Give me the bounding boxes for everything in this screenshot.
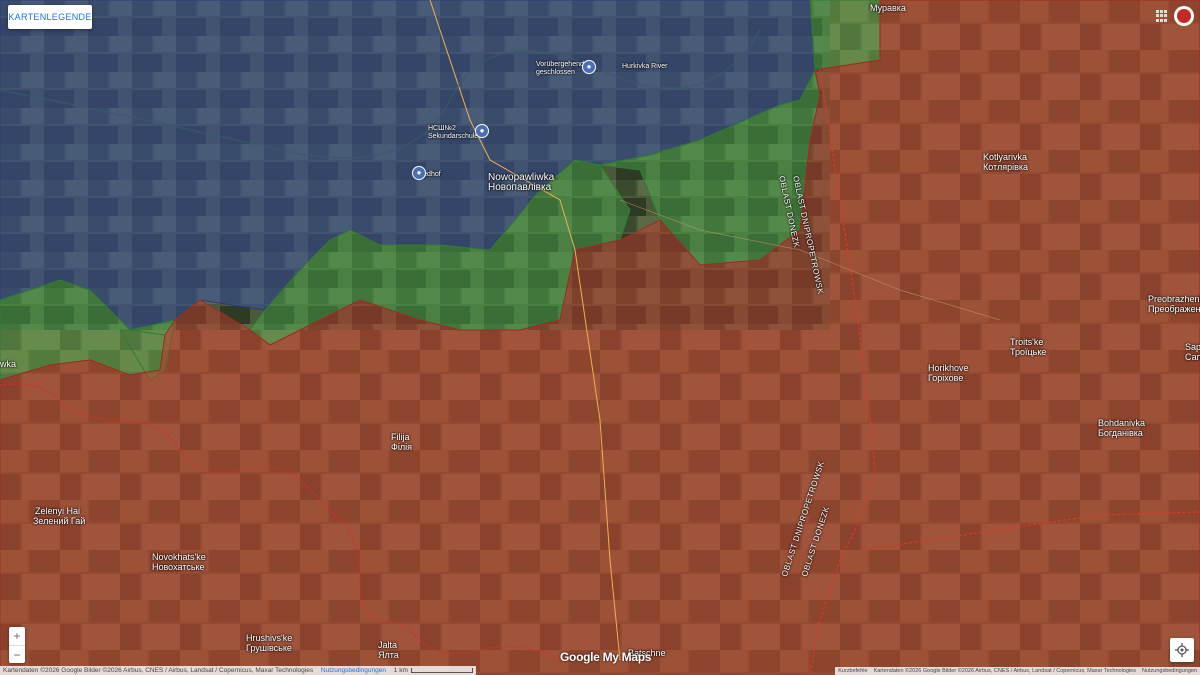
place-label-preobrazhenka: Preobrazhenk [1148, 294, 1200, 304]
place-label-zelenyi-hai-cyr: Зелений Гай [33, 516, 86, 526]
place-label-zelenyi-hai: Zelenyi Hai [35, 506, 81, 516]
place-label-edge-west: wka [0, 359, 17, 369]
school-pin-icon[interactable]: ● [475, 124, 489, 138]
place-label-novokhatske: Novokhats'ke [152, 552, 206, 562]
attribution-right-text: Kartendaten ©2026 Google Bilder ©2026 Ai… [873, 668, 1136, 674]
place-label-kotlyarivka-cyr: Котлярівка [983, 162, 1029, 172]
zoom-in-button[interactable]: + [9, 627, 25, 646]
place-label-filija: Filija [391, 432, 410, 442]
attribution-bar: Kartendaten ©2026 Google Bilder ©2026 Ai… [0, 666, 476, 675]
zoom-controls: + − [9, 627, 25, 663]
zoom-out-button[interactable]: − [9, 646, 25, 664]
account-avatar[interactable] [1174, 6, 1194, 26]
top-right-controls [1156, 6, 1194, 26]
avatar-icon [1177, 9, 1191, 23]
place-label-preobrazhenka-cyr: Преображен [1148, 304, 1200, 314]
attribution-right: Kurzbefehle Kartendaten ©2026 Google Bil… [835, 667, 1200, 675]
place-label-bohdanivka-cyr: Богданівка [1098, 428, 1143, 438]
place-label-troitske: Troits'ke [1010, 337, 1044, 347]
apps-grid-icon[interactable] [1156, 10, 1168, 22]
my-location-button[interactable] [1170, 638, 1194, 662]
place-label-muravka[interactable]: Муравка [870, 3, 906, 13]
place-label-jalta-cyr: Ялта [378, 650, 399, 660]
attribution-text: Kartendaten ©2026 Google Bilder ©2026 Ai… [3, 667, 314, 674]
place-label-kotlyarivka: Kotlyarivka [983, 152, 1028, 162]
cemetery-pin-icon[interactable]: ● [412, 166, 426, 180]
place-label-hrushivske: Hrushivs'ke [246, 633, 293, 643]
place-label-sap-cyr: Сап [1185, 352, 1200, 362]
place-label-bohdanivka: Bohdanivka [1098, 418, 1146, 428]
place-label-novopavlivka-cyr: Новопавлівка [488, 182, 552, 193]
terms-link[interactable]: Nutzungsbedingungen [321, 667, 386, 674]
poi-pin-icon[interactable]: ● [582, 60, 596, 74]
scale-bar [410, 667, 473, 673]
place-label-horikhove-cyr: Горіхове [928, 373, 964, 383]
place-label-sap: Sap [1185, 342, 1200, 352]
place-label-horikhove: Horikhove [928, 363, 969, 373]
scale-indicator[interactable]: 1 km [394, 666, 473, 675]
place-label-hrushivske-cyr: Грушівське [246, 643, 292, 653]
crosshair-icon [1175, 643, 1189, 657]
place-label-filija-cyr: Філія [391, 442, 412, 452]
place-label-river: Hurkivka River [622, 63, 668, 70]
terms-link-right[interactable]: Nutzungsbedingungen [1142, 667, 1197, 675]
google-my-maps-logo: Google My Maps [560, 650, 652, 664]
place-label-troitske-cyr: Троїцьке [1010, 347, 1047, 357]
place-label-jalta: Jalta [378, 640, 398, 650]
scale-label: 1 km [393, 667, 408, 674]
map-legend-button[interactable]: KARTENLEGENDE [8, 5, 92, 29]
place-label-novokhatske-cyr: Новохатське [152, 562, 205, 572]
keyboard-shortcuts-link[interactable]: Kurzbefehle [838, 667, 867, 675]
